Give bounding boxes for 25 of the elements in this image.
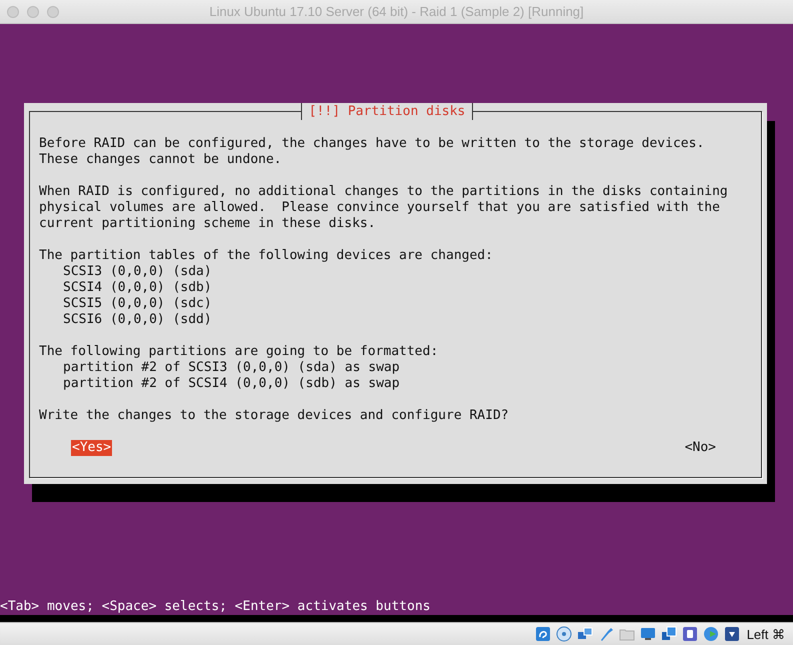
dialog-text: Before RAID can be configured, the changes have to be written to the storage devices. bbox=[39, 136, 704, 152]
cd-icon[interactable] bbox=[556, 626, 572, 642]
window-title: Linux Ubuntu 17.10 Server (64 bit) - Raid 1 (Sample 2) [Running] bbox=[209, 4, 584, 19]
windows-icon[interactable] bbox=[660, 626, 677, 642]
list-item: partition #2 of SCSI3 (0,0,0) (sda) as swap bbox=[63, 360, 400, 376]
host-key-label: Left ⌘ bbox=[746, 626, 785, 642]
help-text: <Tab> moves; <Space> selects; <Enter> activates buttons bbox=[0, 599, 430, 615]
download-icon[interactable] bbox=[724, 626, 740, 642]
no-button[interactable]: <No> bbox=[684, 440, 717, 456]
list-item: SCSI6 (0,0,0) (sdd) bbox=[63, 312, 212, 328]
list-item: SCSI3 (0,0,0) (sda) bbox=[63, 264, 212, 280]
list-item: SCSI4 (0,0,0) (sdb) bbox=[63, 280, 212, 296]
display-icon[interactable] bbox=[640, 626, 656, 642]
dialog-text: Write the changes to the storage devices and configure RAID? bbox=[39, 408, 509, 424]
dialog-text: When RAID is configured, no additional changes to the partitions in the disks containing bbox=[39, 184, 728, 200]
dialog-text: current partitioning scheme in these disks. bbox=[39, 216, 376, 232]
dialog-text: The following partitions are going to be formatted: bbox=[39, 344, 438, 360]
list-item: partition #2 of SCSI4 (0,0,0) (sdb) as swap bbox=[63, 376, 400, 392]
list-item: SCSI5 (0,0,0) (sdc) bbox=[63, 296, 212, 312]
dialog-text: The partition tables of the following devices are changed: bbox=[39, 248, 493, 264]
dialog-title: [!!] Partition disks bbox=[301, 103, 473, 120]
dialog-text: physical volumes are allowed. Please convince yourself that you are satisfied with the bbox=[39, 200, 720, 216]
dialog-text: These changes cannot be undone. bbox=[39, 152, 282, 168]
yes-button[interactable]: <Yes> bbox=[71, 440, 112, 456]
network-icon[interactable] bbox=[576, 626, 593, 642]
